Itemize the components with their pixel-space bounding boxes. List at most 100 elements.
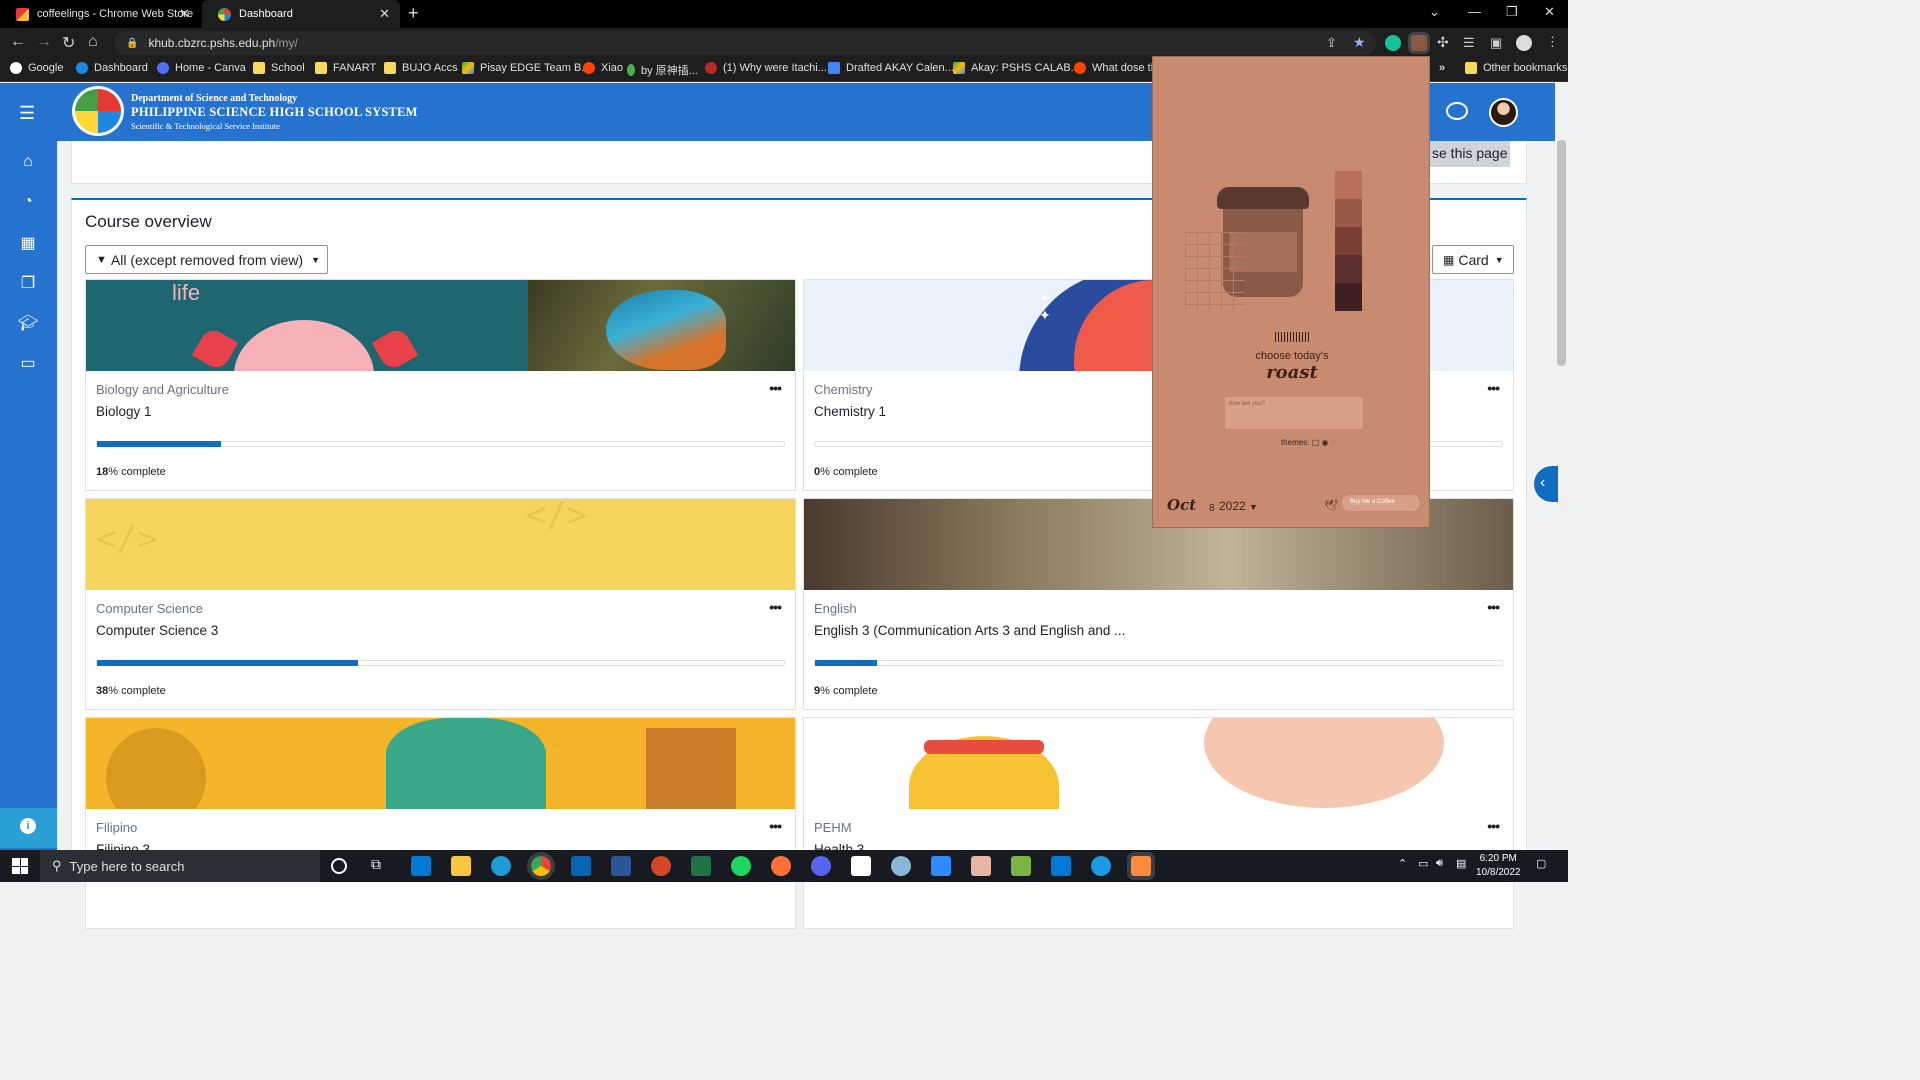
course-name[interactable]: Biology 1 [96,404,152,419]
popup-year[interactable]: 2022 ▼ [1219,499,1258,513]
my-courses-icon[interactable]: 🎓︎ [18,313,38,333]
app-icon[interactable] [891,856,911,876]
course-filter-dropdown[interactable]: ▼ All (except removed from view) ▼ [85,245,328,274]
roast-swatch-4[interactable] [1335,255,1362,283]
theme-icons[interactable]: ▢ ◉ ◌ [1312,438,1336,447]
course-card[interactable]: English English 3 (Communication Arts 3 … [803,498,1514,710]
roast-swatch-1[interactable] [1335,171,1362,199]
course-image[interactable] [86,718,795,809]
task-view-icon[interactable]: ⧉ [371,856,391,876]
close-tab-icon[interactable]: ✕ [179,6,190,22]
view-mode-dropdown[interactable]: ▦ Card ▼ [1432,245,1514,274]
bookmark-folder-school[interactable]: School [253,62,305,74]
course-card[interactable]: PEHM Health 3 ••• [803,717,1514,929]
close-tab-icon[interactable]: ✕ [379,6,390,22]
reload-icon[interactable]: ↻ [62,33,75,53]
course-name[interactable]: Computer Science 3 [96,623,218,638]
messages-icon[interactable] [1446,102,1468,120]
course-actions-menu-icon[interactable]: ••• [1487,599,1500,615]
grammarly-icon[interactable] [1385,35,1401,51]
restore-button[interactable]: ❐ [1506,4,1518,20]
app-icon[interactable] [1131,856,1151,876]
course-name[interactable]: Chemistry 1 [814,404,886,419]
bookmark-xiao[interactable]: Xiao [583,62,623,74]
other-bookmarks[interactable]: Other bookmarks [1465,62,1567,74]
firefox-icon[interactable] [771,856,791,876]
spotify-icon[interactable] [731,856,751,876]
bookmark-pisay-edge[interactable]: Pisay EDGE Team B... [462,62,590,74]
roast-swatch-5[interactable] [1335,283,1362,311]
ms-store-icon[interactable] [411,856,431,876]
course-image[interactable]: life [86,280,795,371]
discord-icon[interactable] [811,856,831,876]
word-icon[interactable] [611,856,631,876]
battery-icon[interactable]: ▭ [1418,857,1428,870]
mood-input[interactable]: how are you? [1225,397,1363,429]
roast-swatch-2[interactable] [1335,199,1362,227]
notion-icon[interactable] [851,856,871,876]
taskbar-search[interactable]: ⚲ Type here to search [40,850,320,882]
scrollbar-thumb[interactable] [1557,140,1566,366]
app-icon[interactable] [1011,856,1031,876]
network-icon[interactable]: ▤ [1456,857,1466,870]
volume-icon[interactable]: 🔊︎ [1436,857,1443,870]
menu-hamburger-icon[interactable]: ☰ [19,103,35,124]
coffeelings-extension-icon[interactable] [1411,35,1427,51]
vscode-icon[interactable] [1051,856,1071,876]
dashboard-icon[interactable]: ◔ [18,193,38,213]
mail-icon[interactable] [571,856,591,876]
forward-icon[interactable]: → [36,33,52,51]
bookmark-what-dose[interactable]: What dose th [1074,62,1157,74]
themes-selector[interactable]: themes: ▢ ◉ ◌ [1281,438,1335,447]
bookmark-genshin[interactable]: by 原神插... [627,62,698,78]
windows-start-icon[interactable] [12,858,28,874]
course-card[interactable]: life Biology and Agriculture Biology 1 •… [85,279,796,491]
bookmark-folder-fanart[interactable]: FANART [315,62,376,74]
accessibility-button[interactable]: i [0,808,57,848]
chrome-icon[interactable] [531,856,551,876]
buy-me-a-coffee-button[interactable]: Buy Me a Coffee [1342,495,1420,511]
bookmark-itachi[interactable]: (1) Why were Itachi... [705,62,827,74]
tray-chevron-icon[interactable]: ⌃ [1398,857,1407,870]
address-bar[interactable]: 🔒 khub.cbzrc.pshs.edu.ph/my/ [114,31,1376,55]
chrome-menu-icon[interactable]: ⋮ [1546,34,1559,50]
close-window-button[interactable]: ✕ [1544,4,1555,20]
taskbar-clock[interactable]: 6:20 PM 10/8/2022 [1476,852,1521,880]
pshs-logo[interactable] [72,86,124,136]
tab-dashboard[interactable]: Dashboard ✕ [202,0,400,28]
private-files-icon[interactable]: ▭ [18,353,38,373]
home-icon[interactable]: ⌂ [18,153,38,173]
bookmark-dashboard[interactable]: Dashboard [76,62,148,74]
share-icon[interactable]: ⇪ [1326,35,1337,51]
roast-swatch-3[interactable] [1335,227,1362,255]
app-icon[interactable] [1091,856,1111,876]
app-icon[interactable] [971,856,991,876]
bookmark-google[interactable]: Google [10,62,63,74]
bookmark-star-icon[interactable]: ★ [1353,34,1366,51]
course-actions-menu-icon[interactable]: ••• [1487,818,1500,834]
tab-search-icon[interactable]: ⌄ [1429,4,1440,20]
calendar-icon[interactable]: ▦ [18,233,38,253]
tab-coffeelings[interactable]: coffeelings - Chrome Web Store ✕ [0,0,200,28]
user-avatar[interactable] [1489,98,1518,127]
zoom-icon[interactable] [931,856,951,876]
bookmark-akay-calendar[interactable]: Drafted AKAY Calen... [828,62,954,74]
course-image[interactable]: </> </> [86,499,795,590]
course-actions-menu-icon[interactable]: ••• [769,818,782,834]
popup-month[interactable]: Oct [1167,496,1196,514]
new-tab-button[interactable]: + [408,3,419,24]
course-image[interactable] [804,718,1513,809]
course-card[interactable]: Filipino Filipino 3 ••• [85,717,796,929]
home-icon[interactable]: ⌂ [88,33,98,51]
excel-icon[interactable] [691,856,711,876]
powerpoint-icon[interactable] [651,856,671,876]
edge-icon[interactable] [491,856,511,876]
course-card[interactable]: </> </> Computer Science Computer Scienc… [85,498,796,710]
course-name[interactable]: English 3 (Communication Arts 3 and Engl… [814,623,1125,638]
bookmark-akay-pshs[interactable]: Akay: PSHS CALAB... [953,62,1080,74]
bookmarks-overflow-button[interactable]: » [1439,62,1445,74]
course-actions-menu-icon[interactable]: ••• [1487,380,1500,396]
extensions-puzzle-icon[interactable]: ✣ [1437,34,1449,51]
reset-page-button[interactable]: se this page [1428,141,1510,167]
content-bank-icon[interactable]: ❐ [18,273,38,293]
